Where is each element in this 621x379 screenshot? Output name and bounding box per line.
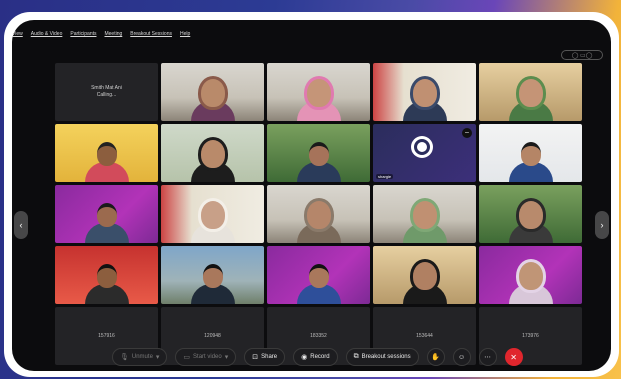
- participant-video: [402, 262, 447, 304]
- participant-tile[interactable]: Smith Mat Ani Calling...: [55, 63, 158, 121]
- start-video-label: Start video: [193, 354, 222, 360]
- participant-video: [296, 201, 341, 243]
- device-frame: View Audio & Video Participants Meeting …: [4, 12, 619, 377]
- participant-tile[interactable]: [55, 246, 158, 304]
- participant-video: [508, 201, 553, 243]
- menu-participants[interactable]: Participants: [70, 31, 96, 37]
- breakout-sessions-button[interactable]: ⧉ Breakout sessions: [345, 348, 419, 366]
- participant-tile[interactable]: [161, 246, 264, 304]
- camera-off-icon: ▭: [183, 354, 191, 361]
- participant-status: Calling...: [96, 92, 117, 98]
- start-video-button[interactable]: ▭ Start video ▾: [175, 348, 237, 366]
- participant-name: shargie: [376, 174, 394, 179]
- participant-tile[interactable]: [479, 63, 582, 121]
- participant-tile[interactable]: [161, 185, 264, 243]
- hand-icon: ✋: [431, 354, 440, 361]
- participant-name: Smith Mat Ani: [91, 85, 122, 91]
- participant-video: [402, 201, 447, 243]
- close-icon: ✕: [510, 352, 517, 362]
- participant-number: 157916: [98, 333, 115, 339]
- record-label: Record: [310, 354, 330, 360]
- menu-bar: View Audio & Video Participants Meeting …: [12, 27, 611, 41]
- menu-breakout-sessions[interactable]: Breakout Sessions: [130, 31, 172, 37]
- mute-label: Unmute: [131, 354, 153, 360]
- menu-view[interactable]: View: [12, 31, 23, 37]
- video-grid: Smith Mat Ani Calling... – shargie 157916 120…: [55, 63, 582, 365]
- participant-tile[interactable]: [373, 185, 476, 243]
- participant-tile[interactable]: [267, 185, 370, 243]
- participant-number: 173976: [522, 333, 539, 339]
- participant-video: [508, 79, 553, 121]
- menu-audio-video[interactable]: Audio & Video: [31, 31, 63, 37]
- participant-tile[interactable]: [55, 124, 158, 182]
- participant-tile[interactable]: [161, 124, 264, 182]
- participant-tile[interactable]: [479, 246, 582, 304]
- chevron-down-icon: ▾: [224, 354, 229, 361]
- menu-meeting[interactable]: Meeting: [104, 31, 122, 37]
- participant-tile[interactable]: [479, 124, 582, 182]
- participant-tile[interactable]: – shargie: [373, 124, 476, 182]
- participant-video: [84, 142, 129, 182]
- share-button[interactable]: ⊡ Share: [244, 348, 286, 366]
- next-page-arrow[interactable]: ›: [595, 211, 609, 239]
- record-button[interactable]: ◉ Record: [293, 348, 338, 366]
- participant-tile[interactable]: [267, 246, 370, 304]
- participant-video: [190, 79, 235, 121]
- share-label: Share: [261, 354, 278, 360]
- meeting-toolbar: 🎙 Unmute ▾ ▭ Start video ▾ ⊡ Share ◉ Rec…: [112, 347, 523, 367]
- participant-video: [190, 140, 235, 182]
- participant-video: [508, 142, 553, 182]
- participant-tile[interactable]: [267, 63, 370, 121]
- participant-video: [190, 264, 235, 304]
- breakout-label: Breakout sessions: [361, 354, 411, 360]
- participant-tile[interactable]: [373, 246, 476, 304]
- participant-video: [190, 201, 235, 243]
- participant-number: 120948: [204, 333, 221, 339]
- raise-hand-button[interactable]: ✋: [426, 348, 445, 366]
- participant-video: [296, 264, 341, 304]
- participant-video: [296, 142, 341, 182]
- participant-tile[interactable]: [479, 185, 582, 243]
- smiley-icon: ☺: [458, 353, 466, 361]
- obs-logo-icon: [411, 136, 433, 158]
- participant-video: [296, 79, 341, 121]
- chevron-down-icon: ▾: [155, 354, 160, 361]
- participant-tile[interactable]: [267, 124, 370, 182]
- reactions-button[interactable]: ☺: [452, 348, 471, 366]
- microphone-off-icon: 🎙: [120, 354, 129, 361]
- record-icon: ◉: [301, 354, 308, 361]
- participant-number: 183352: [310, 333, 327, 339]
- menu-help[interactable]: Help: [180, 31, 190, 37]
- layout-icon: ◯ ▭◯: [571, 52, 593, 59]
- share-screen-icon: ⊡: [252, 354, 259, 361]
- participant-video: [84, 264, 129, 304]
- mute-button[interactable]: 🎙 Unmute ▾: [112, 348, 168, 366]
- minimize-icon[interactable]: –: [462, 128, 472, 138]
- participant-tile[interactable]: [55, 185, 158, 243]
- participant-number: 153644: [416, 333, 433, 339]
- more-options-button[interactable]: ⋯: [478, 348, 497, 366]
- meeting-window: View Audio & Video Participants Meeting …: [12, 20, 611, 371]
- breakout-icon: ⧉: [353, 353, 359, 360]
- view-toggle[interactable]: ◯ ▭◯: [561, 50, 603, 60]
- prev-page-arrow[interactable]: ‹: [14, 211, 28, 239]
- leave-meeting-button[interactable]: ✕: [504, 348, 523, 366]
- participant-video: [84, 203, 129, 243]
- participant-video: [508, 262, 553, 304]
- participant-tile[interactable]: [161, 63, 264, 121]
- participant-tile[interactable]: [373, 63, 476, 121]
- participant-video: [402, 79, 447, 121]
- more-icon: ⋯: [484, 354, 492, 361]
